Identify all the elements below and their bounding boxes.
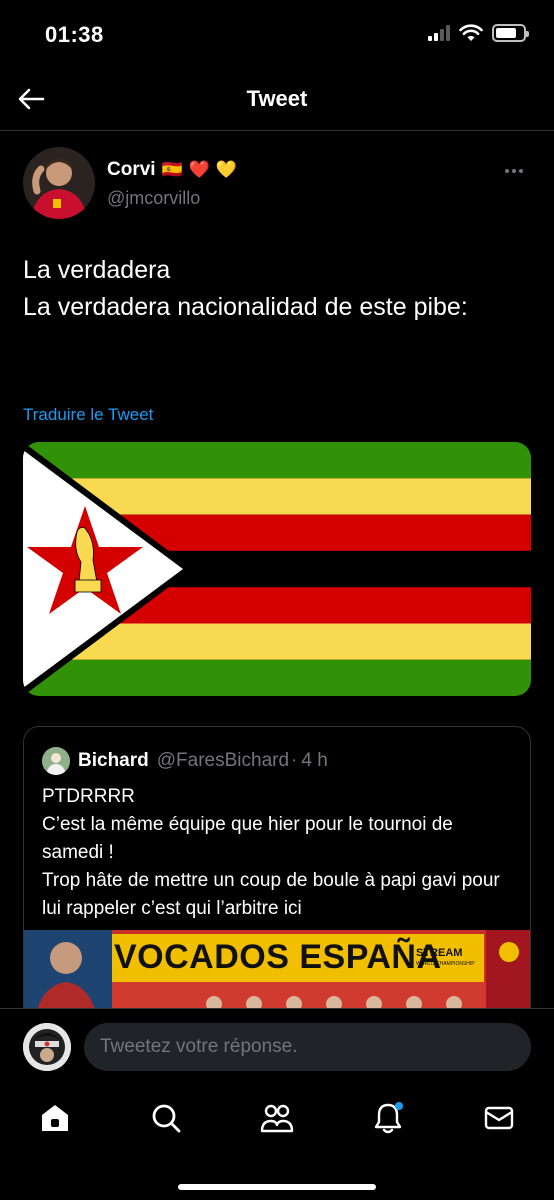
author-handle[interactable]: @jmcorvillo <box>107 188 200 209</box>
more-options-button[interactable] <box>499 161 529 181</box>
battery-icon <box>492 24 529 42</box>
tab-communities[interactable] <box>259 1100 295 1136</box>
tweet-text: La verdadera La verdadera nacionalidad d… <box>23 256 468 321</box>
quoted-tweet-header: Bichard @FaresBichard · 4 h <box>42 747 328 775</box>
author-name[interactable]: Corvi 🇪🇸 ❤️ 💛 <box>107 159 237 181</box>
top-header: Tweet <box>0 70 554 130</box>
status-icons <box>428 24 529 42</box>
quoted-time: 4 h <box>301 750 328 771</box>
cellular-signal-icon <box>428 25 450 41</box>
page-title: Tweet <box>246 86 308 111</box>
quoted-author-name: Bichard <box>78 750 149 771</box>
current-user-avatar[interactable] <box>23 1023 71 1071</box>
quoted-media-stream-sub: WORLD CHAMPIONSHIP <box>416 961 475 967</box>
quoted-author-handle: @FaresBichard <box>156 750 290 771</box>
quoted-media-stream-label: STREAM <box>416 947 463 959</box>
tab-home[interactable] <box>37 1100 73 1136</box>
home-indicator[interactable] <box>178 1184 376 1190</box>
more-dot-icon <box>505 169 509 173</box>
spain-flag-icon: 🇪🇸 <box>161 160 183 179</box>
tweet-author: Corvi 🇪🇸 ❤️ 💛 @jmcorvillo <box>23 147 533 223</box>
reply-bar <box>0 1008 554 1084</box>
tweet-media-image[interactable] <box>23 442 531 696</box>
yellow-heart-icon: 💛 <box>215 160 238 179</box>
wifi-icon <box>459 24 483 41</box>
tab-notifications[interactable] <box>370 1100 406 1136</box>
home-icon <box>42 1105 68 1131</box>
author-avatar[interactable] <box>23 147 95 219</box>
communities-icon <box>260 1104 294 1133</box>
bottom-tab-bar <box>0 1084 554 1200</box>
quoted-tweet[interactable]: Bichard @FaresBichard · 4 h PTDRRRR C’es… <box>23 726 531 1026</box>
tab-messages[interactable] <box>481 1100 517 1136</box>
search-icon <box>152 1104 181 1133</box>
reply-input[interactable] <box>84 1023 531 1071</box>
quoted-separator: · <box>291 750 298 771</box>
header-divider <box>0 130 554 131</box>
messages-icon <box>484 1106 514 1130</box>
quoted-media-banner-text: VOCADOS ESPAÑA <box>114 938 442 976</box>
author-name-text: Corvi <box>107 159 156 180</box>
translate-tweet-link[interactable]: Traduire le Tweet <box>23 405 153 425</box>
red-heart-icon: ❤️ <box>188 160 210 179</box>
quoted-author-avatar <box>42 747 70 775</box>
notifications-icon <box>374 1102 403 1134</box>
status-bar: 01:38 <box>0 0 554 70</box>
quoted-tweet-text: PTDRRRR C’est la même équipe que hier po… <box>42 786 500 919</box>
tab-search[interactable] <box>148 1100 184 1136</box>
status-time: 01:38 <box>45 22 104 47</box>
